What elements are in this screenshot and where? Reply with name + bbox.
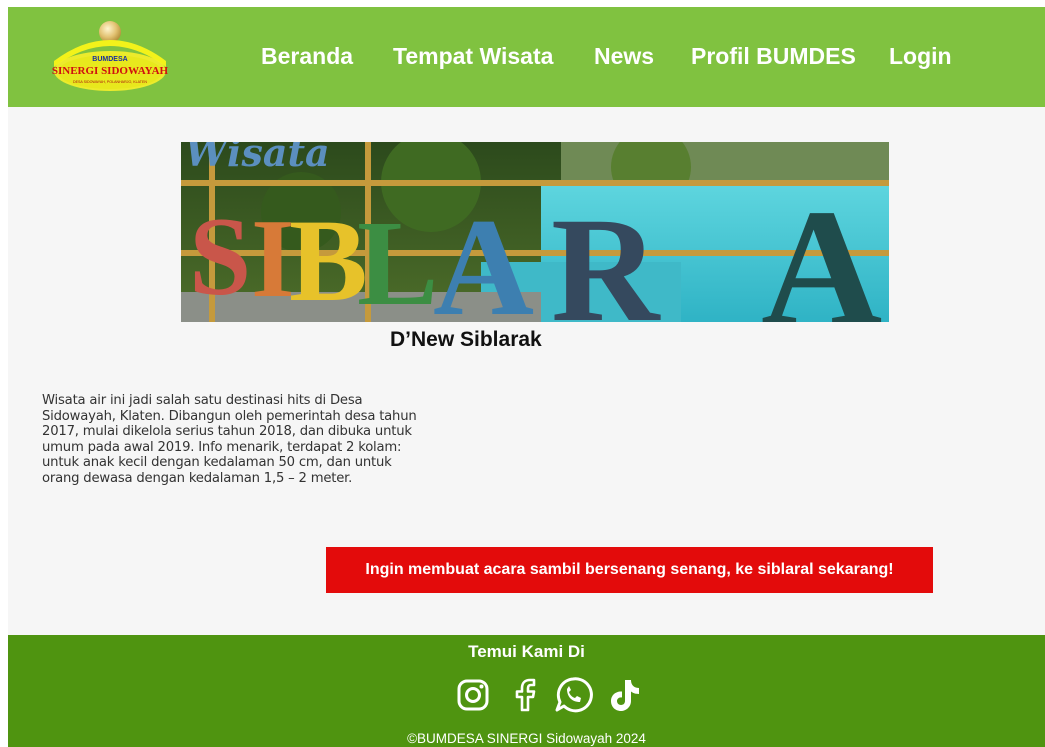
sign-letter: L [357, 196, 438, 322]
page-frame: BUMDESA SINERGI SIDOWAYAH DESA SIDOWAYAH… [8, 7, 1045, 747]
sign-wisata: Wisata [185, 142, 330, 175]
sign-letter: B [289, 195, 368, 322]
sign-letter: R [551, 187, 661, 322]
hero-image: Wisata S I B L A R A [181, 142, 889, 322]
footer-title: Temui Kami Di [468, 642, 585, 661]
cta-button[interactable]: Ingin membuat acara sambil bersenang sen… [326, 547, 933, 593]
tiktok-icon[interactable] [604, 675, 644, 715]
nav-news[interactable]: News [594, 43, 654, 70]
svg-text:SINERGI SIDOWAYAH: SINERGI SIDOWAYAH [52, 65, 169, 77]
bumdesa-logo[interactable]: BUMDESA SINERGI SIDOWAYAH DESA SIDOWAYAH… [50, 21, 170, 93]
site-header: BUMDESA SINERGI SIDOWAYAH DESA SIDOWAYAH… [8, 7, 1045, 107]
page-title: D’New Siblarak [390, 328, 542, 351]
nav-profil-bumdes[interactable]: Profil BUMDES [691, 43, 856, 70]
place-description: Wisata air ini jadi salah satu destinasi… [42, 393, 417, 486]
sign-letter: A [761, 175, 882, 322]
facebook-icon[interactable] [505, 675, 545, 715]
svg-text:DESA SIDOWAYAH, POLANHARJO, KL: DESA SIDOWAYAH, POLANHARJO, KLATEN [73, 80, 147, 84]
svg-text:BUMDESA: BUMDESA [92, 56, 127, 63]
copyright-text: ©BUMDESA SINERGI Sidowayah 2024 [407, 731, 646, 746]
whatsapp-icon[interactable] [553, 675, 593, 715]
site-footer: Temui Kami Di ©BUMDESA SINERGI Sidowayah… [8, 635, 1045, 747]
sign-letter: S [189, 195, 251, 319]
nav-login[interactable]: Login [889, 43, 952, 70]
sign-letter: A [433, 190, 534, 322]
instagram-icon[interactable] [453, 675, 493, 715]
nav-tempat-wisata[interactable]: Tempat Wisata [393, 43, 553, 70]
nav-beranda[interactable]: Beranda [261, 43, 353, 70]
